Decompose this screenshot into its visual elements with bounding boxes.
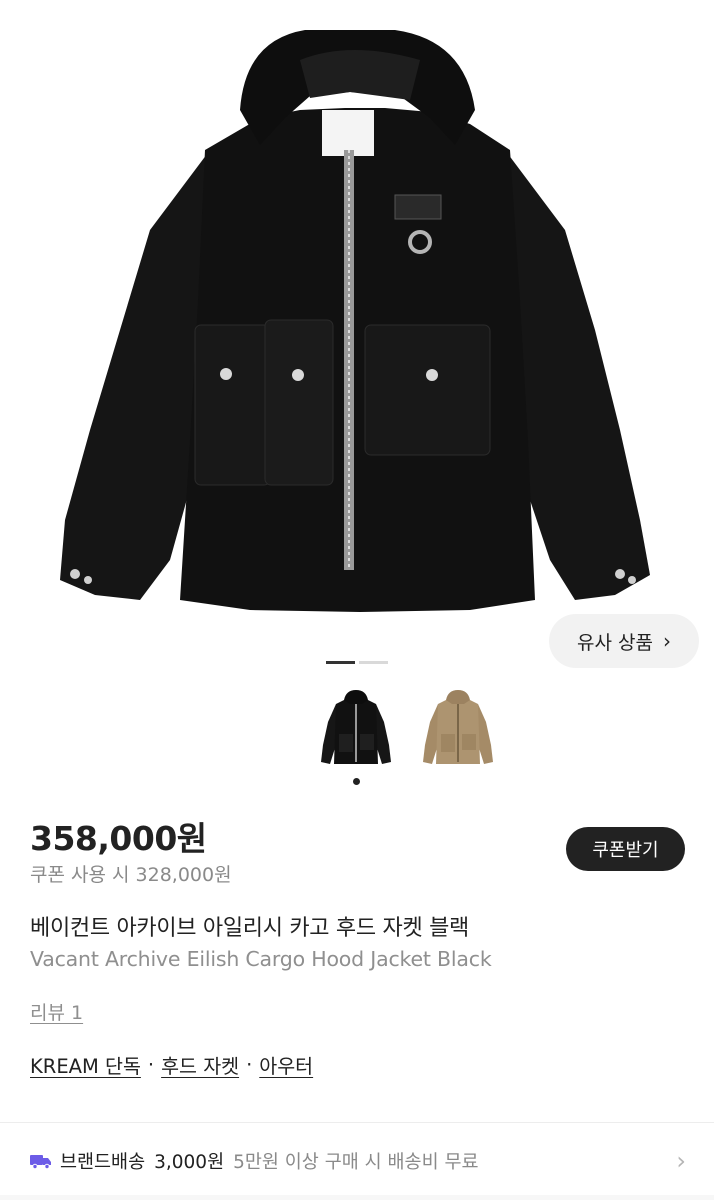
carousel-pager: [326, 661, 388, 664]
jacket-image: [60, 30, 650, 612]
chevron-right-icon: ›: [676, 1147, 686, 1175]
variant-thumbnails: [316, 688, 498, 772]
review-link[interactable]: 리뷰 1: [30, 998, 83, 1025]
tag-outer[interactable]: 아우터: [259, 1050, 313, 1079]
get-coupon-button[interactable]: 쿠폰받기: [566, 827, 685, 871]
variant-thumbnail-black[interactable]: [316, 688, 396, 772]
similar-products-label: 유사 상품: [577, 631, 653, 654]
product-image-carousel[interactable]: [0, 0, 714, 665]
black-jacket-thumbnail: [321, 690, 391, 764]
coupon-price: 쿠폰 사용 시 328,000원: [30, 864, 232, 886]
product-name-korean: 베이컨트 아카이브 아일리시 카고 후드 자켓 블랙: [30, 916, 469, 941]
pager-segment: [359, 661, 388, 664]
tag-separator: ·: [246, 1053, 253, 1076]
truck-icon: [30, 1155, 51, 1169]
tag-separator: ·: [147, 1053, 155, 1076]
product-name-english: Vacant Archive Eilish Cargo Hood Jacket …: [30, 947, 492, 971]
free-shipping-note: 5만원 이상 구매 시 배송비 무료: [233, 1152, 479, 1173]
tag-hood-jacket[interactable]: 후드 자켓: [161, 1050, 239, 1079]
pager-segment-active: [326, 661, 355, 664]
section-divider: [0, 1122, 714, 1123]
selected-variant-indicator: [353, 778, 360, 785]
category-tags: KREAM 단독 · 후드 자켓 · 아우터: [30, 1050, 313, 1079]
variant-thumbnail-beige[interactable]: [418, 688, 498, 772]
shipping-info-row[interactable]: 브랜드배송 3,000원 5만원 이상 구매 시 배송비 무료 ›: [30, 1145, 690, 1177]
tag-kream-exclusive[interactable]: KREAM 단독: [30, 1050, 141, 1079]
bottom-edge: [0, 1195, 714, 1200]
shipping-label: 브랜드배송: [60, 1152, 146, 1173]
similar-products-button[interactable]: 유사 상품 ›: [549, 614, 699, 668]
product-price: 358,000원: [30, 819, 207, 858]
shipping-fee: 3,000원: [154, 1152, 225, 1173]
beige-jacket-thumbnail: [423, 690, 493, 764]
chevron-right-icon: ›: [662, 629, 671, 653]
